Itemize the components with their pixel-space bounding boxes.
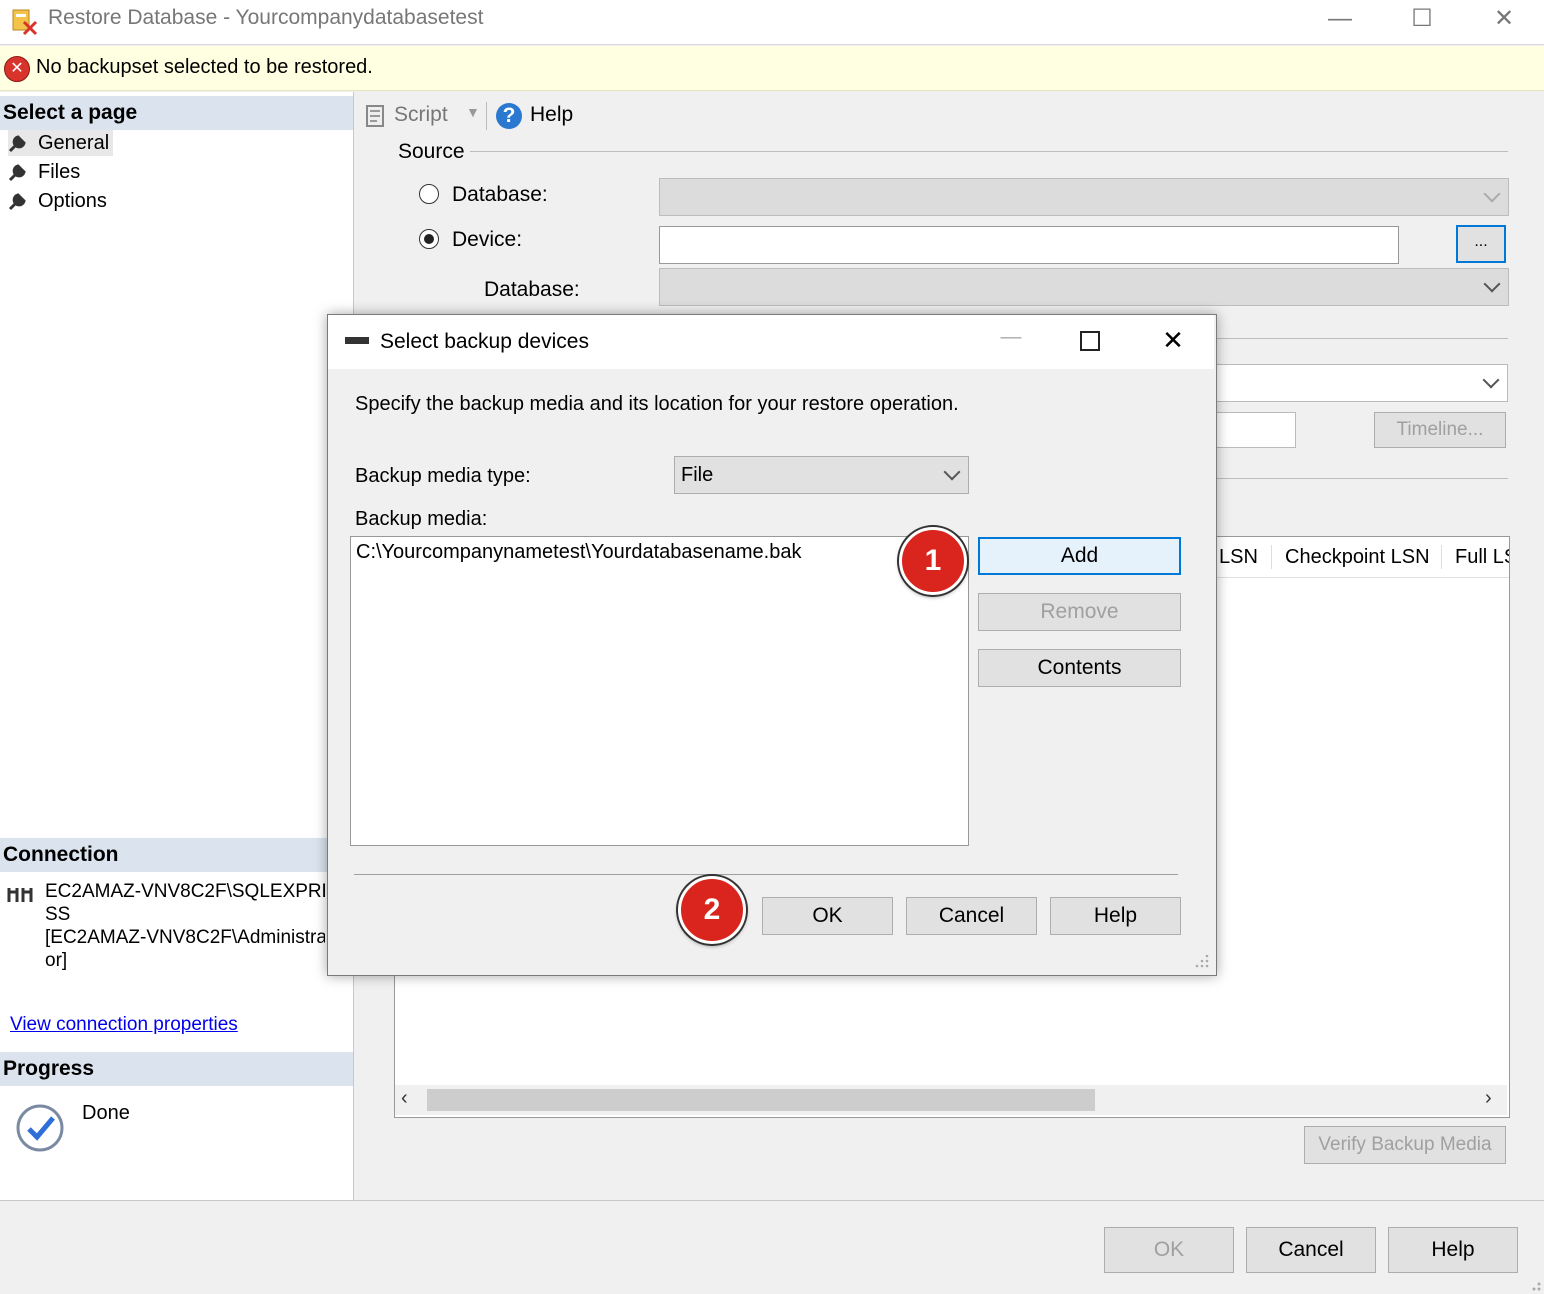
title-bar: Restore Database - Yourcompanydatabasete…	[0, 0, 1544, 45]
dialog-help-button[interactable]: Help	[1050, 897, 1181, 935]
footer-divider	[0, 1200, 1544, 1201]
dialog-ok-button[interactable]: OK	[762, 897, 893, 935]
connection-line: SS	[45, 904, 71, 925]
column-header-checkpoint-lsn[interactable]: Checkpoint LSN	[1285, 537, 1430, 577]
error-icon: ✕	[4, 56, 30, 82]
chevron-down-icon	[1483, 185, 1501, 203]
connection-line: EC2AMAZ-VNV8C2F\SQLEXPRE	[45, 881, 325, 902]
restore-to-input[interactable]	[1214, 412, 1296, 448]
help-icon: ?	[496, 103, 522, 129]
help-footer-button[interactable]: Help	[1388, 1227, 1518, 1273]
media-type-value: File	[681, 464, 714, 486]
restore-plan-divider	[1214, 478, 1508, 479]
contents-button[interactable]: Contents	[978, 649, 1181, 687]
device-radio-label: Device:	[452, 228, 523, 251]
destination-divider	[1214, 338, 1508, 339]
add-button[interactable]: Add	[978, 537, 1181, 575]
destination-database-combo[interactable]	[1214, 364, 1508, 402]
help-button[interactable]: ? Help	[496, 102, 586, 130]
wrench-icon	[8, 135, 26, 153]
resize-grip-icon[interactable]	[1526, 1276, 1542, 1292]
page-label-files: Files	[38, 161, 81, 183]
chevron-down-icon	[943, 463, 961, 481]
page-label-options: Options	[38, 190, 107, 212]
dialog-instructions: Specify the backup media and its locatio…	[355, 393, 959, 415]
done-check-icon	[16, 1104, 64, 1152]
media-type-select[interactable]: File	[674, 456, 969, 494]
database-radio-label: Database:	[452, 183, 548, 206]
chevron-down-icon[interactable]: ▼	[466, 104, 480, 120]
device-path-input[interactable]	[659, 226, 1399, 264]
page-label-general: General	[38, 132, 110, 154]
close-icon[interactable]: ✕	[1482, 4, 1526, 34]
device-browse-button[interactable]: ...	[1456, 225, 1506, 263]
source-divider	[470, 151, 1508, 152]
chevron-down-icon	[1483, 275, 1501, 293]
progress-header: Progress	[0, 1052, 353, 1086]
dialog-title-bar: Select backup devices — ✕	[328, 315, 1214, 369]
dialog-maximize-icon[interactable]	[1080, 331, 1100, 351]
dialog-divider	[354, 874, 1178, 875]
scroll-right-icon[interactable]: ›	[1485, 1087, 1492, 1110]
minimize-icon[interactable]: —	[1318, 4, 1362, 34]
dialog-minimize-icon[interactable]: —	[996, 325, 1026, 349]
wrench-icon	[8, 193, 26, 211]
column-header-full-lsn[interactable]: Full LS	[1455, 537, 1509, 577]
window-title: Restore Database - Yourcompanydatabasete…	[48, 6, 484, 29]
connection-header: Connection	[0, 838, 353, 872]
chevron-down-icon	[1482, 371, 1500, 389]
device-database-combo[interactable]	[659, 268, 1509, 306]
page-item-options[interactable]: Options	[8, 188, 107, 214]
dialog-resize-grip-icon[interactable]	[1194, 953, 1210, 969]
step-1-badge: 1	[899, 527, 967, 595]
list-item[interactable]: C:\Yourcompanynametest\Yourdatabasename.…	[356, 541, 801, 564]
restore-database-icon	[12, 9, 38, 36]
remove-button[interactable]: Remove	[978, 593, 1181, 631]
scrollbar-thumb[interactable]	[427, 1089, 1095, 1111]
left-pane: Select a page General Files Options Conn…	[0, 92, 354, 1200]
column-header-lsn[interactable]: LSN	[1219, 537, 1258, 577]
step-2-badge: 2	[678, 876, 746, 944]
device-radio[interactable]	[419, 229, 439, 249]
help-label: Help	[530, 103, 574, 126]
page-item-files[interactable]: Files	[8, 159, 80, 185]
progress-status: Done	[82, 1102, 130, 1124]
page-item-general[interactable]: General	[8, 130, 114, 156]
connection-line: or]	[45, 950, 68, 971]
dialog-close-icon[interactable]: ✕	[1158, 325, 1188, 356]
select-backup-devices-dialog: Select backup devices — ✕ Specify the ba…	[327, 314, 1217, 976]
view-connection-properties-link[interactable]: View connection properties	[10, 1014, 238, 1036]
horizontal-scrollbar[interactable]: ‹ ›	[395, 1085, 1507, 1115]
column-separator	[1441, 545, 1442, 569]
script-icon	[366, 105, 384, 127]
wrench-icon	[8, 164, 26, 182]
scroll-left-icon[interactable]: ‹	[401, 1087, 408, 1110]
verify-backup-media-button[interactable]: Verify Backup Media	[1304, 1126, 1506, 1164]
connection-line: [EC2AMAZ-VNV8C2F\Administrat	[45, 927, 325, 948]
timeline-button[interactable]: Timeline...	[1374, 412, 1506, 448]
media-type-label: Backup media type:	[355, 465, 531, 487]
grid-header: LSN Checkpoint LSN Full LS	[1215, 537, 1509, 578]
backup-media-list[interactable]: C:\Yourcompanynametest\Yourdatabasename.…	[350, 536, 969, 846]
cancel-button[interactable]: Cancel	[1246, 1227, 1376, 1273]
dialog-cancel-button[interactable]: Cancel	[906, 897, 1037, 935]
source-group-label: Source	[398, 140, 465, 163]
warning-message: No backupset selected to be restored.	[36, 56, 373, 78]
tape-drive-icon	[345, 337, 369, 344]
source-database-label: Database:	[484, 278, 580, 301]
toolbar-divider	[486, 102, 487, 130]
source-database-combo[interactable]	[659, 178, 1509, 216]
backup-media-label: Backup media:	[355, 508, 488, 530]
connection-info: EC2AMAZ-VNV8C2F\SQLEXPRE SS [EC2AMAZ-VNV…	[45, 880, 325, 972]
maximize-icon[interactable]: ☐	[1400, 4, 1444, 34]
column-separator	[1271, 545, 1272, 569]
warning-bar: ✕ No backupset selected to be restored.	[0, 46, 1544, 91]
select-page-header: Select a page	[0, 96, 353, 130]
server-connection-icon	[7, 888, 33, 902]
database-radio[interactable]	[419, 184, 439, 204]
script-label: Script	[394, 103, 448, 126]
dialog-title: Select backup devices	[380, 330, 589, 353]
ok-button[interactable]: OK	[1104, 1227, 1234, 1273]
